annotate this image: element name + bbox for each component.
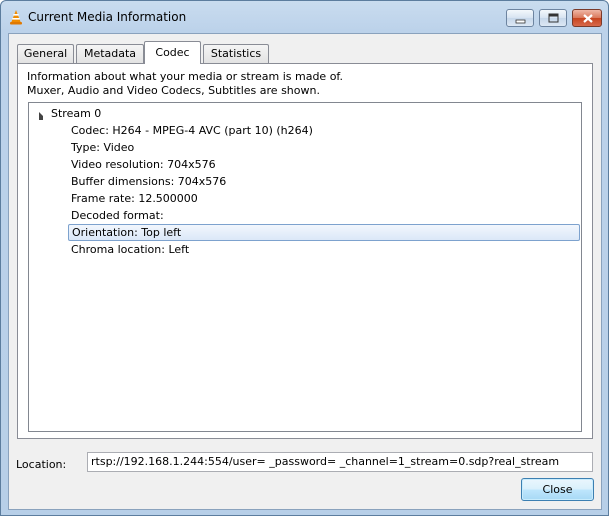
tab-codec[interactable]: Codec bbox=[144, 41, 201, 64]
tree-item[interactable]: Type: Video bbox=[71, 139, 134, 156]
location-label: Location: bbox=[16, 458, 67, 471]
tree-item[interactable]: Chroma location: Left bbox=[71, 241, 189, 258]
title-bar[interactable]: Current Media Information bbox=[1, 1, 608, 33]
dialog-client: General Metadata Codec Statistics Inform… bbox=[8, 33, 602, 510]
tree-item[interactable]: Frame rate: 12.500000 bbox=[71, 190, 198, 207]
codec-description: Information about what your media or str… bbox=[27, 70, 343, 97]
vlc-cone-icon bbox=[8, 9, 24, 25]
minimize-button[interactable] bbox=[506, 9, 534, 27]
location-field[interactable]: rtsp://192.168.1.244:554/user= _password… bbox=[87, 452, 593, 472]
close-icon bbox=[583, 14, 593, 23]
tree-item[interactable]: Codec: H264 - MPEG-4 AVC (part 10) (h264… bbox=[71, 122, 313, 139]
tree-node-stream[interactable]: Stream 0 bbox=[33, 105, 573, 122]
tree-item[interactable]: Video resolution: 704x576 bbox=[71, 156, 216, 173]
tab-statistics[interactable]: Statistics bbox=[203, 44, 269, 63]
tree-item[interactable]: Buffer dimensions: 704x576 bbox=[71, 173, 226, 190]
media-info-window: Current Media Information General Metada… bbox=[0, 0, 609, 516]
codec-panel: Information about what your media or str… bbox=[17, 63, 593, 439]
tree-item[interactable]: Decoded format: bbox=[71, 207, 164, 224]
window-title: Current Media Information bbox=[28, 10, 187, 24]
maximize-icon bbox=[548, 13, 559, 23]
codec-tree[interactable]: Stream 0 Codec: H264 - MPEG-4 AVC (part … bbox=[28, 102, 582, 432]
tab-general[interactable]: General bbox=[17, 44, 74, 63]
tab-metadata[interactable]: Metadata bbox=[76, 44, 144, 63]
close-button[interactable]: Close bbox=[521, 478, 594, 501]
maximize-button[interactable] bbox=[539, 9, 567, 27]
tree-item-selected[interactable]: Orientation: Top left bbox=[68, 224, 580, 241]
close-window-button[interactable] bbox=[572, 9, 602, 27]
minimize-icon bbox=[515, 19, 526, 24]
expand-arrow-icon[interactable] bbox=[39, 112, 43, 120]
